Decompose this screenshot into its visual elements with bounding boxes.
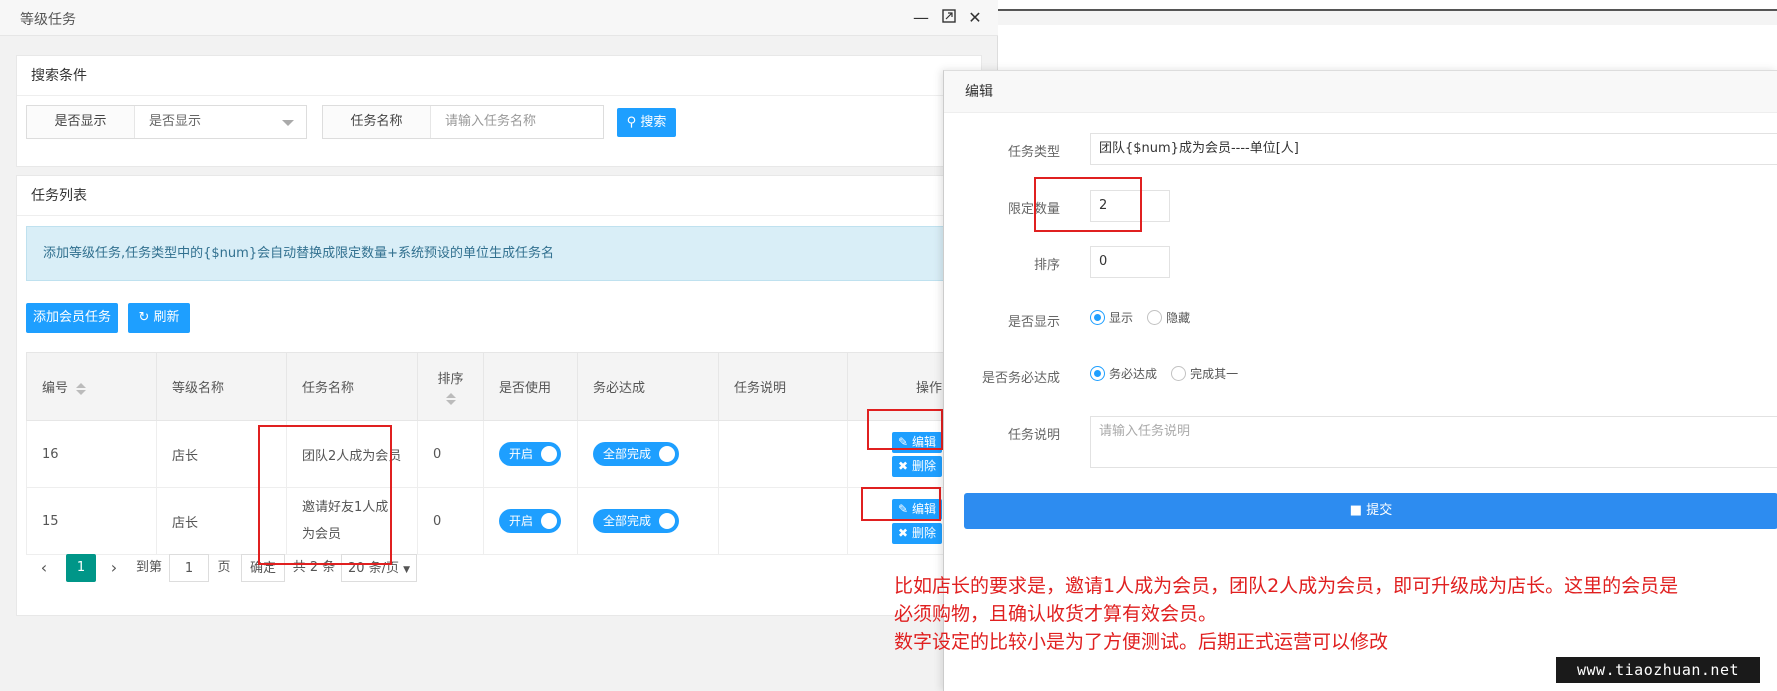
description-label: 任务说明 bbox=[1007, 428, 1060, 443]
chevron-down-icon bbox=[282, 120, 294, 126]
background-bar bbox=[998, 11, 1777, 25]
table-header-row: 编号 等级名称 任务名称 排序 是否使用 务必达成 任务说明 操作 bbox=[26, 352, 957, 421]
submit-button-label: 提交 bbox=[1366, 503, 1393, 518]
col-id[interactable]: 编号 bbox=[26, 352, 157, 421]
window-titlebar: 等级任务 — ✕ bbox=[0, 0, 998, 36]
col-sort[interactable]: 排序 bbox=[417, 352, 484, 421]
task-name-input[interactable]: 请输入任务名称 bbox=[445, 106, 536, 138]
refresh-button-label: 刷新 bbox=[153, 310, 180, 325]
must-radio-off[interactable] bbox=[1171, 366, 1187, 381]
delete-icon: ✖ bbox=[898, 525, 909, 540]
chevron-down-icon: ▼ bbox=[403, 565, 411, 575]
watermark: www.tiaozhuan.net bbox=[1556, 657, 1760, 683]
edit-button[interactable]: ✎ 编辑 bbox=[892, 498, 942, 520]
edit-icon: ✎ bbox=[898, 501, 909, 516]
sort-icon[interactable] bbox=[445, 393, 456, 405]
annotation-text: 比如店长的要求是，邀请1人成为会员，团队2人成为会员，即可升级成为店长。这里的会… bbox=[894, 572, 1774, 656]
page-1-button[interactable]: 1 bbox=[66, 554, 96, 582]
task-list-header: 任务列表 bbox=[17, 176, 981, 216]
show-filter-label: 是否显示 bbox=[27, 106, 135, 138]
col-level: 等级名称 bbox=[156, 352, 287, 421]
col-enabled: 是否使用 bbox=[483, 352, 578, 421]
must-radio-on[interactable] bbox=[1090, 366, 1105, 381]
search-panel-header: 搜索条件 bbox=[17, 56, 981, 96]
dialog-title: 编辑 bbox=[944, 71, 1777, 113]
submit-button[interactable]: ■ 提交 bbox=[964, 493, 1777, 529]
limit-count-label: 限定数量 bbox=[1007, 202, 1060, 217]
info-notice: 添加等级任务,任务类型中的{$num}会自动替换成限定数量+系统预设的单位生成任… bbox=[26, 226, 956, 281]
cell-description bbox=[718, 420, 848, 488]
prev-page-icon[interactable]: ‹ bbox=[36, 554, 52, 582]
annotation-line-3: 数字设定的比较小是为了方便测试。后期正式运营可以修改 bbox=[894, 631, 1389, 653]
must-radio-group: 务必达成 完成其一 bbox=[1090, 365, 1248, 382]
goto-confirm-button[interactable]: 确定 bbox=[241, 554, 285, 582]
next-page-icon[interactable]: › bbox=[106, 554, 122, 582]
per-page-select[interactable]: 20 条/页 ▼ bbox=[341, 554, 417, 582]
must-complete-toggle[interactable]: 全部完成 bbox=[593, 442, 679, 466]
refresh-icon: ↻ bbox=[138, 310, 150, 325]
must-complete-toggle[interactable]: 全部完成 bbox=[593, 509, 679, 533]
cell-sort: 0 bbox=[417, 420, 484, 488]
col-task-name: 任务名称 bbox=[286, 352, 418, 421]
enabled-toggle[interactable]: 开启 bbox=[499, 509, 561, 533]
cell-id: 15 bbox=[26, 487, 157, 555]
minimize-icon[interactable]: — bbox=[911, 8, 931, 28]
maximize-icon[interactable] bbox=[939, 8, 959, 28]
limit-count-input[interactable]: 2 bbox=[1090, 190, 1170, 222]
annotation-line-1: 比如店长的要求是，邀请1人成为会员，团队2人成为会员，即可升级成为店长。这里的会… bbox=[894, 575, 1679, 597]
goto-prefix: 到第 bbox=[135, 560, 162, 575]
must-complete-label: 是否务必达成 bbox=[981, 371, 1060, 386]
show-radio-on[interactable] bbox=[1090, 310, 1105, 325]
cell-task-name: 邀请好友1人成为会员 bbox=[286, 487, 418, 555]
task-table: 编号 等级名称 任务名称 排序 是否使用 务必达成 任务说明 操作 16 店长 … bbox=[26, 352, 957, 555]
show-label: 是否显示 bbox=[1007, 315, 1060, 330]
description-textarea[interactable]: 请输入任务说明 bbox=[1090, 416, 1777, 468]
delete-button[interactable]: ✖ 删除 bbox=[892, 522, 942, 544]
level-task-window: 等级任务 — ✕ 搜索条件 是否显示 是否显示 任务名称 请输入任务名称 ⚲ 搜… bbox=[0, 0, 998, 691]
col-description: 任务说明 bbox=[718, 352, 848, 421]
sort-label: 排序 bbox=[1033, 258, 1060, 273]
refresh-button[interactable]: ↻ 刷新 bbox=[128, 303, 190, 333]
cell-sort: 0 bbox=[417, 487, 484, 555]
edit-icon: ✎ bbox=[898, 434, 909, 449]
task-type-label: 任务类型 bbox=[1007, 145, 1060, 160]
close-icon[interactable]: ✕ bbox=[965, 8, 985, 28]
table-row: 15 店长 邀请好友1人成为会员 0 开启 全部完成 ✎ 编辑 ✖ 删除 bbox=[26, 487, 957, 555]
cell-id: 16 bbox=[26, 420, 157, 488]
add-member-task-button[interactable]: 添加会员任务 bbox=[26, 303, 118, 333]
total-count: 共 2 条 bbox=[292, 560, 336, 575]
task-type-select[interactable]: 团队{$num}成为会员----单位[人] bbox=[1090, 133, 1777, 165]
cell-description bbox=[718, 487, 848, 555]
table-row: 16 店长 团队2人成为会员 0 开启 全部完成 ✎ 编辑 ✖ 删除 bbox=[26, 420, 957, 488]
search-button[interactable]: ⚲ 搜索 bbox=[617, 108, 676, 137]
delete-icon: ✖ bbox=[898, 458, 909, 473]
cell-level: 店长 bbox=[156, 487, 287, 555]
show-filter-value: 是否显示 bbox=[149, 114, 202, 129]
goto-page-input[interactable]: 1 bbox=[169, 554, 209, 582]
cell-level: 店长 bbox=[156, 420, 287, 488]
show-radio-off[interactable] bbox=[1147, 310, 1163, 325]
cell-task-name: 团队2人成为会员 bbox=[286, 420, 418, 488]
annotation-line-2: 必须购物，且确认收货才算有效会员。 bbox=[894, 603, 1218, 625]
show-radio-group: 显示 隐藏 bbox=[1090, 309, 1200, 326]
submit-icon: ■ bbox=[1349, 503, 1363, 518]
col-must-complete: 务必达成 bbox=[577, 352, 719, 421]
sort-input[interactable]: 0 bbox=[1090, 246, 1170, 278]
task-name-filter: 任务名称 请输入任务名称 bbox=[322, 105, 604, 139]
sort-icon[interactable] bbox=[76, 382, 87, 395]
edit-button[interactable]: ✎ 编辑 bbox=[892, 431, 942, 453]
window-title: 等级任务 bbox=[20, 12, 76, 28]
task-name-label: 任务名称 bbox=[323, 106, 431, 138]
show-filter-select[interactable]: 是否显示 是否显示 bbox=[26, 105, 307, 139]
goto-suffix: 页 bbox=[217, 560, 231, 575]
search-button-label: 搜索 bbox=[640, 115, 667, 130]
delete-button[interactable]: ✖ 删除 bbox=[892, 455, 942, 477]
col-actions: 操作 bbox=[847, 352, 957, 421]
enabled-toggle[interactable]: 开启 bbox=[499, 442, 561, 466]
search-icon: ⚲ bbox=[626, 115, 637, 130]
